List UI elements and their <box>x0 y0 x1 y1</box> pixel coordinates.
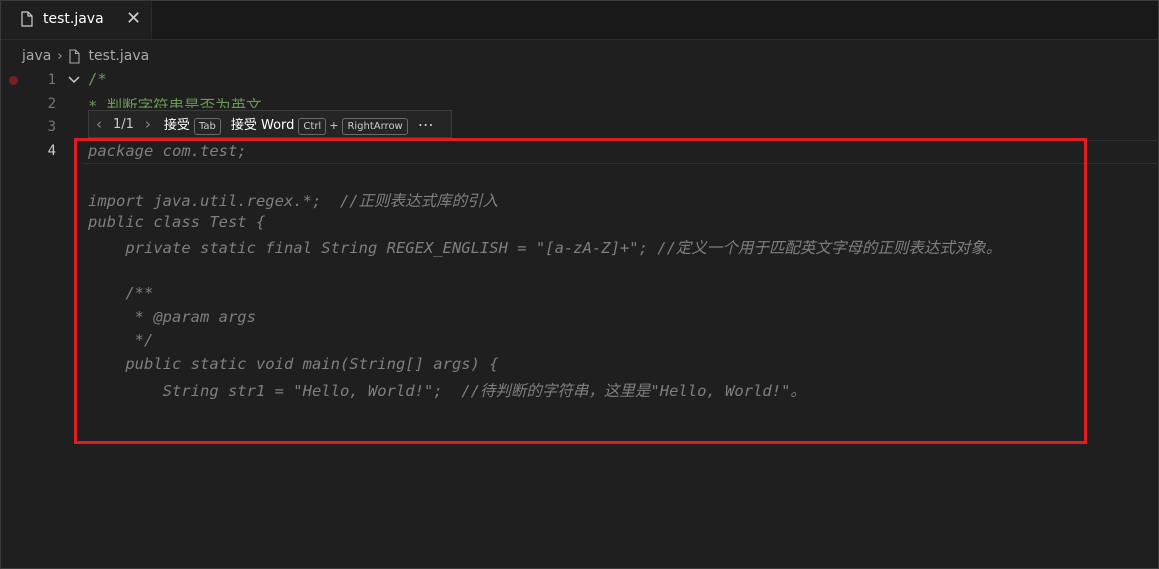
breadcrumb-folder[interactable]: java <box>22 48 51 64</box>
ctrl-key-badge: Ctrl <box>298 117 327 135</box>
inline-suggestion-toolbar: ‹ 1/1 › 接受 Tab 接受 Word Ctrl + RightArrow ⋯ <box>88 110 452 138</box>
file-icon <box>68 48 80 64</box>
accept-button[interactable]: 接受 Tab <box>164 114 221 135</box>
chevron-right-icon: › <box>57 48 63 64</box>
suggestion-counter: 1/1 <box>113 116 134 132</box>
code-line-2[interactable]: * 判断字符串是否为英文 <box>88 94 262 108</box>
tab-key-badge: Tab <box>193 117 221 135</box>
plus-sign: + <box>329 118 339 132</box>
right-arrow-key-badge: RightArrow <box>342 117 408 135</box>
chevron-right-icon[interactable]: › <box>138 115 158 133</box>
tab-bar: test.java ✕ <box>1 1 1158 40</box>
more-options-icon[interactable]: ⋯ <box>418 115 435 134</box>
chevron-down-icon[interactable] <box>67 74 81 86</box>
tab-test-java[interactable]: test.java ✕ <box>1 1 152 39</box>
line-number: 1 <box>47 72 56 88</box>
accept-word-label: 接受 Word <box>230 117 295 133</box>
line-number-active: 4 <box>47 143 56 159</box>
accept-word-button[interactable]: 接受 Word Ctrl + RightArrow <box>231 114 408 135</box>
close-icon[interactable]: ✕ <box>126 8 141 29</box>
chevron-left-icon[interactable]: ‹ <box>89 115 109 133</box>
breadcrumb-file[interactable]: test.java <box>89 48 150 64</box>
breadcrumb: java › test.java <box>22 46 149 66</box>
line-number: 2 <box>47 96 56 112</box>
line-number: 3 <box>47 119 56 135</box>
highlight-annotation <box>74 138 1087 444</box>
file-icon <box>21 11 33 27</box>
tab-label: test.java <box>43 11 104 27</box>
accept-label: 接受 <box>163 117 190 133</box>
code-line-1[interactable]: /* <box>88 70 107 88</box>
breakpoint-icon[interactable] <box>9 76 18 85</box>
